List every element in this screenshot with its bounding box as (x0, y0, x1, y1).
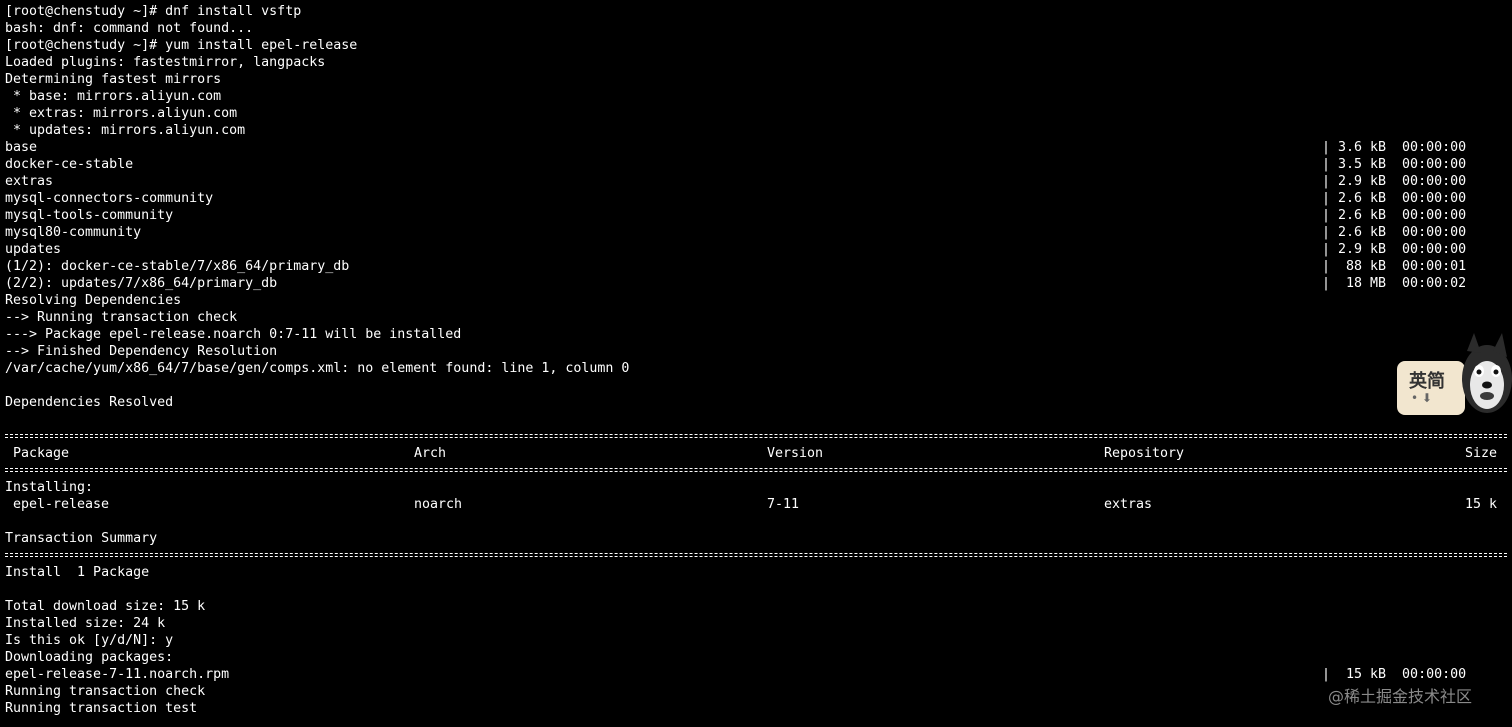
terminal-line: * updates: mirrors.aliyun.com (5, 123, 246, 138)
terminal-line: * extras: mirrors.aliyun.com (5, 106, 238, 121)
terminal-line: Installed size: 24 k (5, 616, 166, 631)
row-size: 15 k (1464, 497, 1497, 512)
repo-stat: | 3.5 kB 00:00:00 (1322, 157, 1467, 172)
translate-badge[interactable]: 英简 • ⬇ (1397, 333, 1512, 415)
row-package: epel-release (13, 497, 110, 512)
download-stat: | 15 kB 00:00:00 (1322, 667, 1467, 682)
repo-name: docker-ce-stable (5, 157, 134, 172)
table-separator (5, 428, 1507, 445)
terminal-line: /var/cache/yum/x86_64/7/base/gen/comps.x… (5, 361, 630, 376)
repo-name: updates (5, 242, 62, 257)
table-header-row: Package Arch Version Repository Size (5, 445, 1507, 462)
terminal-line: Running transaction test (5, 701, 198, 716)
repo-stat: | 2.6 kB 00:00:00 (1322, 191, 1467, 206)
terminal-line: ---> Package epel-release.noarch 0:7-11 … (5, 327, 462, 342)
badge-label: 英简 (1409, 371, 1445, 392)
repo-stat: | 88 kB 00:00:01 (1322, 259, 1467, 274)
row-version: 7-11 (767, 497, 800, 512)
terminal-line: Loaded plugins: fastestmirror, langpacks (5, 55, 326, 70)
terminal-line: bash: dnf: command not found... (5, 21, 254, 36)
repo-line: mysql-connectors-community | 2.6 kB 00:00… (5, 190, 1507, 207)
repo-name: extras (5, 174, 54, 189)
repo-stat: | 2.6 kB 00:00:00 (1322, 225, 1467, 240)
table-separator (5, 462, 1507, 479)
terminal-line: Determining fastest mirrors (5, 72, 222, 87)
repo-line: (1/2): docker-ce-stable/7/x86_64/primary… (5, 258, 1507, 275)
repo-name: mysql80-community (5, 225, 142, 240)
repo-stat: | 18 MB 00:00:02 (1322, 276, 1467, 291)
table-row: epel-release noarch 7-11 extras 15 k (5, 496, 1507, 513)
repo-name: (2/2): updates/7/x86_64/primary_db (5, 276, 278, 291)
download-line: epel-release-7-11.noarch.rpm | 15 kB 00:0… (5, 666, 1507, 683)
terminal-line: [root@chenstudy ~]# yum install epel-rel… (5, 38, 358, 53)
terminal-line: Downloading packages: (5, 650, 174, 665)
header-arch: Arch (414, 446, 447, 461)
repo-stat: | 3.6 kB 00:00:00 (1322, 140, 1467, 155)
terminal-line: Dependencies Resolved (5, 395, 174, 410)
terminal-line: --> Finished Dependency Resolution (5, 344, 278, 359)
transaction-summary: Transaction Summary (5, 531, 158, 546)
terminal-line: Is this ok [y/d/N]: y (5, 633, 174, 648)
terminal-output[interactable]: [root@chenstudy ~]# dnf install vsftp ba… (5, 3, 1507, 717)
terminal-line: * base: mirrors.aliyun.com (5, 89, 222, 104)
terminal-line: Resolving Dependencies (5, 293, 182, 308)
row-arch: noarch (414, 497, 463, 512)
repo-line: docker-ce-stable | 3.5 kB 00:00:00 (5, 156, 1507, 173)
husky-dog-icon (1462, 333, 1512, 413)
repo-name: mysql-connectors-community (5, 191, 214, 206)
header-size: Size (1464, 446, 1497, 461)
repo-line: extras | 2.9 kB 00:00:00 (5, 173, 1507, 190)
repo-line: mysql80-community | 2.6 kB 00:00:00 (5, 224, 1507, 241)
repo-name: base (5, 140, 38, 155)
repo-line: base | 3.6 kB 00:00:00 (5, 139, 1507, 156)
repo-stat: | 2.9 kB 00:00:00 (1322, 242, 1467, 257)
terminal-line: [root@chenstudy ~]# dnf install vsftp (5, 4, 302, 19)
repo-name: mysql-tools-community (5, 208, 174, 223)
header-repository: Repository (1104, 446, 1185, 461)
table-separator (5, 547, 1507, 564)
terminal-line: Total download size: 15 k (5, 599, 206, 614)
repo-stat: | 2.9 kB 00:00:00 (1322, 174, 1467, 189)
header-package: Package (13, 446, 70, 461)
download-name: epel-release-7-11.noarch.rpm (5, 667, 230, 682)
repo-line: mysql-tools-community | 2.6 kB 00:00:00 (5, 207, 1507, 224)
terminal-line: Running transaction check (5, 684, 206, 699)
repo-line: updates | 2.9 kB 00:00:00 (5, 241, 1507, 258)
repo-stat: | 2.6 kB 00:00:00 (1322, 208, 1467, 223)
terminal-line: --> Running transaction check (5, 310, 238, 325)
install-count: Install 1 Package (5, 565, 150, 580)
header-version: Version (767, 446, 824, 461)
repo-line: (2/2): updates/7/x86_64/primary_db | 18 M… (5, 275, 1507, 292)
row-repository: extras (1104, 497, 1153, 512)
watermark: @稀土掘金技术社区 (1328, 687, 1473, 706)
installing-label: Installing: (5, 480, 94, 495)
badge-icons: • ⬇ (1411, 391, 1432, 405)
repo-name: (1/2): docker-ce-stable/7/x86_64/primary… (5, 259, 350, 274)
